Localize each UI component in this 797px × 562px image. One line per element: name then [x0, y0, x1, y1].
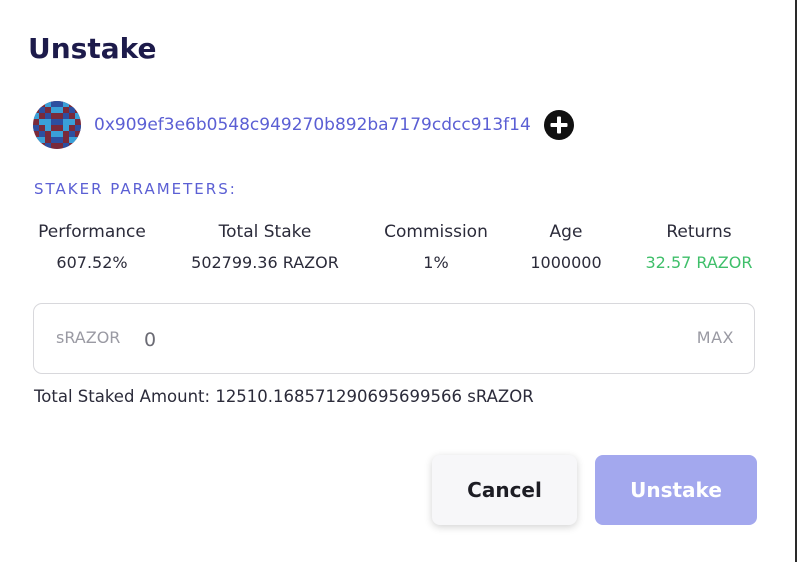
param-label: Total Stake	[218, 222, 312, 242]
max-button[interactable]: MAX	[697, 328, 734, 347]
token-label: sRAZOR	[56, 328, 121, 347]
unstake-dialog: Unstake 0x909ef3e6b0548c949270b892ba7179…	[0, 0, 797, 562]
param-label: Commission	[384, 222, 488, 242]
param-returns: Returns 32.57 RAZOR	[636, 221, 762, 274]
total-staked-amount: Total Staked Amount: 12510.1685712906956…	[34, 387, 534, 406]
staker-row: 0x909ef3e6b0548c949270b892ba7179cdcc913f…	[33, 101, 575, 149]
staker-parameters: Performance 607.52% Total Stake 502799.3…	[0, 221, 797, 281]
unstake-button[interactable]: Unstake	[595, 455, 757, 525]
param-age: Age 1000000	[516, 221, 616, 274]
identicon-avatar	[33, 101, 81, 149]
param-total-stake: Total Stake 502799.36 RAZOR	[180, 221, 350, 274]
amount-input[interactable]	[144, 322, 664, 358]
staker-parameters-heading: STAKER PARAMETERS:	[34, 180, 237, 198]
param-label: Performance	[38, 222, 146, 242]
param-commission: Commission 1%	[376, 221, 496, 274]
param-value: 607.52%	[56, 253, 128, 272]
param-value-returns: 32.57 RAZOR	[645, 253, 753, 272]
param-value: 1%	[423, 253, 449, 272]
param-label: Age	[549, 222, 583, 242]
param-value: 502799.36 RAZOR	[191, 253, 339, 272]
param-label: Returns	[666, 222, 732, 242]
param-value: 1000000	[530, 253, 602, 272]
dialog-title: Unstake	[28, 32, 157, 65]
param-performance: Performance 607.52%	[32, 221, 152, 274]
staker-address[interactable]: 0x909ef3e6b0548c949270b892ba7179cdcc913f…	[94, 115, 531, 135]
cancel-button[interactable]: Cancel	[432, 455, 577, 525]
plus-circle-icon[interactable]	[543, 109, 575, 141]
unstake-amount-field: sRAZOR MAX	[33, 303, 755, 374]
